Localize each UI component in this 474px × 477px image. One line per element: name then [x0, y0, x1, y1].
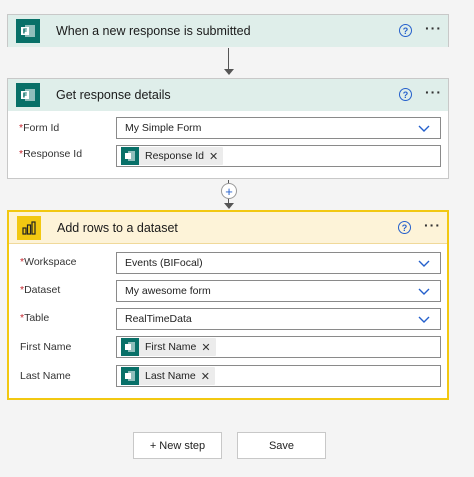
response-id-token-label: Response Id	[145, 150, 204, 162]
get-response-details-card[interactable]: F Get response details ? ··· *Form Id My…	[7, 78, 449, 179]
response-id-input[interactable]: Response Id ✕	[116, 145, 441, 167]
form-id-dropdown[interactable]: My Simple Form	[116, 117, 441, 139]
first-name-row: First Name First Name ✕	[9, 336, 447, 360]
response-id-row: *Response Id Response Id ✕	[8, 143, 448, 167]
first-name-label: First Name	[20, 341, 72, 353]
svg-text:F: F	[23, 92, 28, 100]
table-label: *Table	[20, 312, 50, 324]
add-rows-header[interactable]: Add rows to a dataset ? ···	[9, 212, 447, 244]
chevron-down-icon[interactable]	[418, 314, 430, 324]
workspace-row: *Workspace Events (BIFocal)	[9, 251, 447, 275]
last-name-row: Last Name Last Name ✕	[9, 365, 447, 389]
get-details-title: Get response details	[56, 88, 171, 102]
first-name-input[interactable]: First Name ✕	[116, 336, 441, 358]
help-icon[interactable]: ?	[399, 24, 412, 37]
response-id-token[interactable]: Response Id ✕	[121, 147, 224, 165]
forms-app-icon: F	[16, 83, 40, 107]
last-name-input[interactable]: Last Name ✕	[116, 365, 441, 387]
last-name-token[interactable]: Last Name ✕	[121, 367, 215, 385]
more-options-icon[interactable]: ···	[425, 21, 442, 35]
help-icon[interactable]: ?	[399, 88, 412, 101]
table-value: RealTimeData	[125, 313, 192, 325]
chevron-down-icon[interactable]	[418, 123, 430, 133]
save-button[interactable]: Save	[237, 432, 326, 459]
form-id-row: *Form Id My Simple Form	[8, 117, 448, 141]
remove-token-icon[interactable]: ✕	[201, 341, 210, 354]
trigger-card[interactable]: F When a new response is submitted ? ···	[7, 14, 449, 47]
trigger-card-header[interactable]: F When a new response is submitted ? ···	[8, 15, 448, 47]
get-details-header[interactable]: F Get response details ? ···	[8, 79, 448, 111]
add-rows-title: Add rows to a dataset	[57, 220, 178, 235]
dataset-row: *Dataset My awesome form	[9, 279, 447, 303]
response-id-label: *Response Id	[19, 148, 83, 160]
workspace-value: Events (BIFocal)	[125, 257, 203, 269]
forms-token-icon	[121, 147, 139, 165]
form-id-label: *Form Id	[19, 122, 60, 134]
chevron-down-icon[interactable]	[418, 286, 430, 296]
add-rows-card[interactable]: Add rows to a dataset ? ··· *Workspace E…	[7, 210, 449, 400]
table-row: *Table RealTimeData	[9, 307, 447, 331]
remove-token-icon[interactable]: ✕	[209, 150, 218, 163]
arrow-down-icon	[224, 203, 234, 209]
workspace-dropdown[interactable]: Events (BIFocal)	[116, 252, 441, 274]
new-step-button[interactable]: + New step	[133, 432, 222, 459]
power-bi-icon	[17, 215, 41, 240]
table-dropdown[interactable]: RealTimeData	[116, 308, 441, 330]
forms-token-icon	[121, 367, 139, 385]
first-name-token-label: First Name	[145, 341, 197, 353]
form-id-value: My Simple Form	[125, 122, 202, 134]
dataset-label: *Dataset	[20, 284, 61, 296]
svg-text:F: F	[23, 28, 28, 36]
forms-app-icon: F	[16, 19, 40, 43]
dataset-value: My awesome form	[125, 285, 211, 297]
last-name-label: Last Name	[20, 370, 71, 382]
insert-step-plus-icon[interactable]: +	[221, 183, 237, 199]
remove-token-icon[interactable]: ✕	[201, 370, 210, 383]
dataset-dropdown[interactable]: My awesome form	[116, 280, 441, 302]
connector-line	[228, 48, 229, 70]
last-name-token-label: Last Name	[145, 370, 196, 382]
forms-token-icon	[121, 338, 139, 356]
more-options-icon[interactable]: ···	[425, 85, 442, 99]
first-name-token[interactable]: First Name ✕	[121, 338, 216, 356]
arrow-down-icon	[224, 69, 234, 75]
help-icon[interactable]: ?	[398, 221, 411, 234]
trigger-title: When a new response is submitted	[56, 24, 251, 38]
workspace-label: *Workspace	[20, 256, 77, 268]
more-options-icon[interactable]: ···	[424, 218, 441, 232]
chevron-down-icon[interactable]	[418, 258, 430, 268]
